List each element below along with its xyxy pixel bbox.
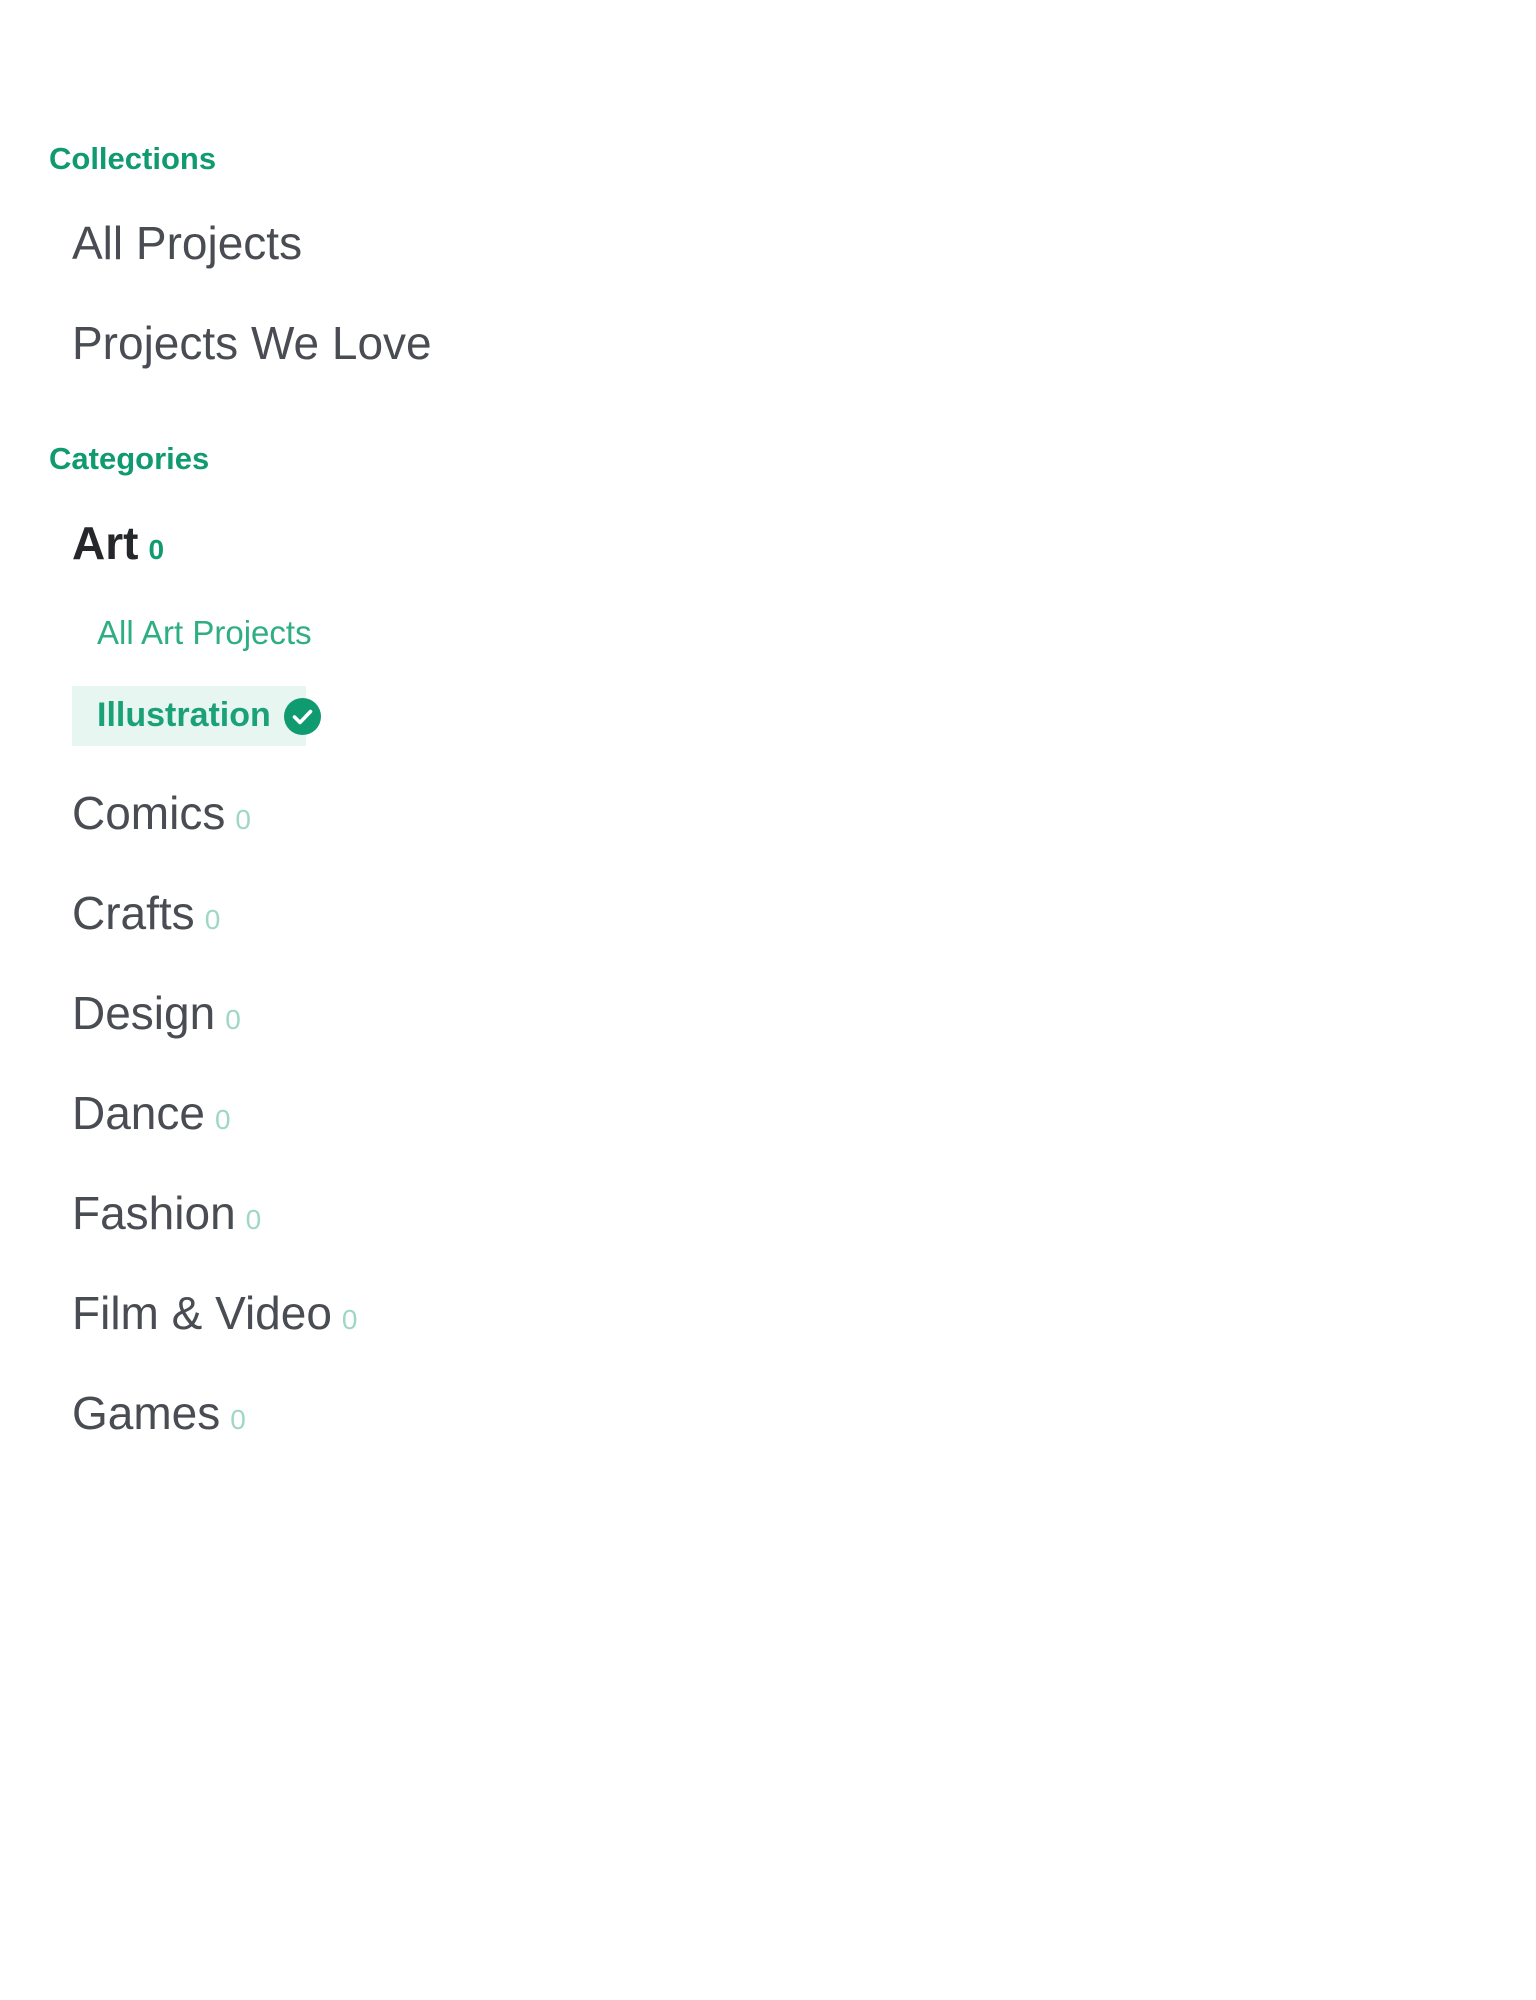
- category-art[interactable]: Art 0: [72, 520, 164, 566]
- category-label: Crafts: [72, 887, 195, 939]
- category-label: Art: [72, 517, 139, 569]
- category-label: Design: [72, 987, 216, 1039]
- subcategory-label: All Art Projects: [97, 614, 312, 651]
- category-count: 0: [225, 1004, 241, 1035]
- category-label: Fashion: [72, 1187, 236, 1239]
- category-label: Games: [72, 1387, 221, 1439]
- category-label: Film & Video: [72, 1287, 332, 1339]
- category-label: Dance: [72, 1087, 205, 1139]
- category-count: 0: [245, 1204, 262, 1235]
- category-comics[interactable]: Comics 0: [72, 790, 251, 836]
- subcategory-all-art-projects[interactable]: All Art Projects: [97, 616, 312, 649]
- categories-heading: Categories: [49, 441, 210, 476]
- category-fashion[interactable]: Fashion 0: [72, 1190, 261, 1236]
- category-sidebar: Collections All Projects Projects We Lov…: [0, 0, 1536, 2000]
- category-dance[interactable]: Dance 0: [72, 1090, 231, 1136]
- collection-all-projects[interactable]: All Projects: [72, 220, 302, 266]
- collections-heading: Collections: [49, 141, 217, 176]
- check-circle-icon: [284, 698, 321, 735]
- collection-item-label: Projects We Love: [72, 317, 432, 369]
- category-label: Comics: [72, 787, 226, 839]
- category-count: 0: [214, 1104, 231, 1135]
- collection-projects-we-love[interactable]: Projects We Love: [72, 320, 432, 366]
- category-count: 0: [230, 1404, 246, 1435]
- category-games[interactable]: Games 0: [72, 1390, 246, 1436]
- category-count: 0: [204, 904, 221, 935]
- category-count: 0: [148, 534, 165, 565]
- subcategory-label: Illustration: [97, 696, 271, 734]
- category-count: 0: [235, 804, 251, 835]
- category-film-video[interactable]: Film & Video 0: [72, 1290, 358, 1336]
- category-design[interactable]: Design 0: [72, 990, 241, 1036]
- category-count: 0: [341, 1304, 358, 1335]
- category-crafts[interactable]: Crafts 0: [72, 890, 220, 936]
- collection-item-label: All Projects: [72, 217, 303, 269]
